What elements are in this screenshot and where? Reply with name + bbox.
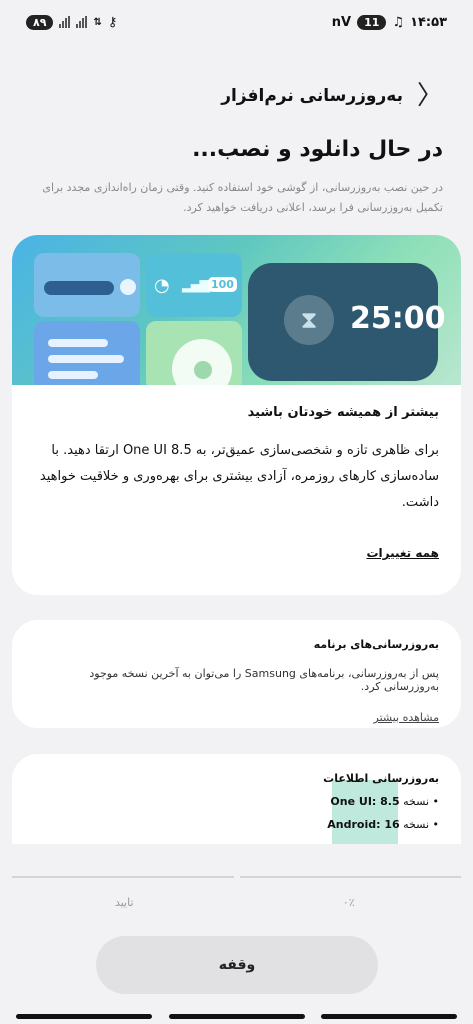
data-icon: ⇅: [93, 16, 102, 28]
wave-icon: [44, 281, 114, 295]
signal-bars-icon: ▂▄▆: [182, 277, 210, 293]
version-label: • نسخه: [403, 818, 439, 831]
list-line-icon: [48, 371, 98, 379]
confirm-label: تایید: [114, 896, 134, 909]
see-more-link[interactable]: مشاهده بیشتر: [374, 711, 439, 724]
version-value: One UI: 8.5: [330, 795, 400, 808]
battery-badge: 100: [208, 277, 237, 292]
media-tile: [34, 253, 140, 317]
wifi-icon: ◔: [154, 275, 170, 296]
nav-home-button[interactable]: [168, 1014, 305, 1019]
slider-knob-icon: [120, 279, 136, 295]
battery-indicator: ۸۹: [26, 14, 54, 30]
feature-card-body: بیشتر از همیشه خودتان باشید برای ظاهری ت…: [12, 405, 461, 561]
progress-segment: [239, 876, 461, 878]
timer-tile: ⧗ 25:00: [248, 263, 446, 381]
app-updates-body: به‌روزرسانی‌های برنامه پس از به‌روزرسانی…: [12, 638, 461, 725]
app-updates-card: به‌روزرسانی‌های برنامه پس از به‌روزرسانی…: [12, 620, 461, 728]
page-title: در حال دانلود و نصب...: [192, 137, 443, 162]
timer-text: 25:00: [350, 301, 446, 336]
clock: ۱۴:۵۳: [410, 14, 447, 30]
nav-recent-button[interactable]: [16, 1014, 153, 1019]
network-indicator: nV: [331, 14, 352, 30]
version-value: Android: 16: [327, 818, 400, 831]
update-info-body: به‌روزرسانی اطلاعات • نسخه One UI: 8.5 •…: [12, 772, 461, 831]
signal-icon: [59, 16, 71, 28]
hourglass-icon: ⧗: [284, 295, 334, 345]
progress-segment: [12, 876, 234, 878]
header: به‌روزرسانی نرم‌افزار 〉: [0, 80, 473, 112]
status-tile: ◔ ▂▄▆ 100: [146, 253, 242, 317]
feature-text: برای ظاهری تازه و شخصی‌سازی عمیق‌تر، به …: [39, 443, 439, 510]
feature-card: ◔ ▂▄▆ 100 ⧗ 25:00 بیشتر از همیشه خودتان …: [12, 235, 461, 595]
music-icon: ♫: [392, 14, 405, 30]
progress-labels: تایید ۰٪: [12, 896, 461, 909]
list-line-icon: [48, 339, 108, 347]
app-updates-title: به‌روزرسانی‌های برنامه: [313, 638, 439, 651]
notification-badge: 11: [357, 14, 387, 30]
version-item: • نسخه Android: 16: [34, 818, 439, 831]
update-info-title: به‌روزرسانی اطلاعات: [323, 772, 439, 785]
hero-illustration: ◔ ▂▄▆ 100 ⧗ 25:00: [12, 235, 461, 385]
feature-title: بیشتر از همیشه خودتان باشید: [247, 405, 439, 420]
page-description: در حین نصب به‌روزرسانی، از گوشی خود استف…: [42, 181, 443, 214]
key-icon: ⚷: [107, 14, 118, 30]
list-tile: [34, 321, 140, 385]
status-bar-left: ۸۹ ⇅ ⚷: [26, 14, 118, 30]
update-info-card: به‌روزرسانی اطلاعات • نسخه One UI: 8.5 •…: [12, 754, 461, 844]
progress-percent: ۰٪: [342, 896, 355, 909]
flower-tile: [146, 321, 242, 385]
navigation-bar: [0, 1008, 473, 1024]
version-item: • نسخه One UI: 8.5: [34, 795, 439, 808]
header-title: به‌روزرسانی نرم‌افزار: [221, 86, 403, 106]
version-label: • نسخه: [403, 795, 439, 808]
pause-button[interactable]: وقفه: [96, 936, 378, 994]
flower-center-icon: [194, 361, 212, 379]
signal-icon-2: [76, 16, 88, 28]
status-bar-right: nV 11 ♫ ۱۴:۵۳: [331, 14, 447, 30]
progress-bar: [12, 874, 461, 880]
back-arrow-icon[interactable]: 〉: [417, 83, 443, 109]
all-changes-link[interactable]: همه تغییرات: [366, 546, 439, 560]
nav-back-button[interactable]: [320, 1014, 457, 1019]
list-line-icon: [48, 355, 124, 363]
app-updates-text: پس از به‌روزرسانی، برنامه‌های Samsung را…: [89, 667, 439, 693]
status-bar: ۸۹ ⇅ ⚷ nV 11 ♫ ۱۴:۵۳: [0, 0, 473, 44]
